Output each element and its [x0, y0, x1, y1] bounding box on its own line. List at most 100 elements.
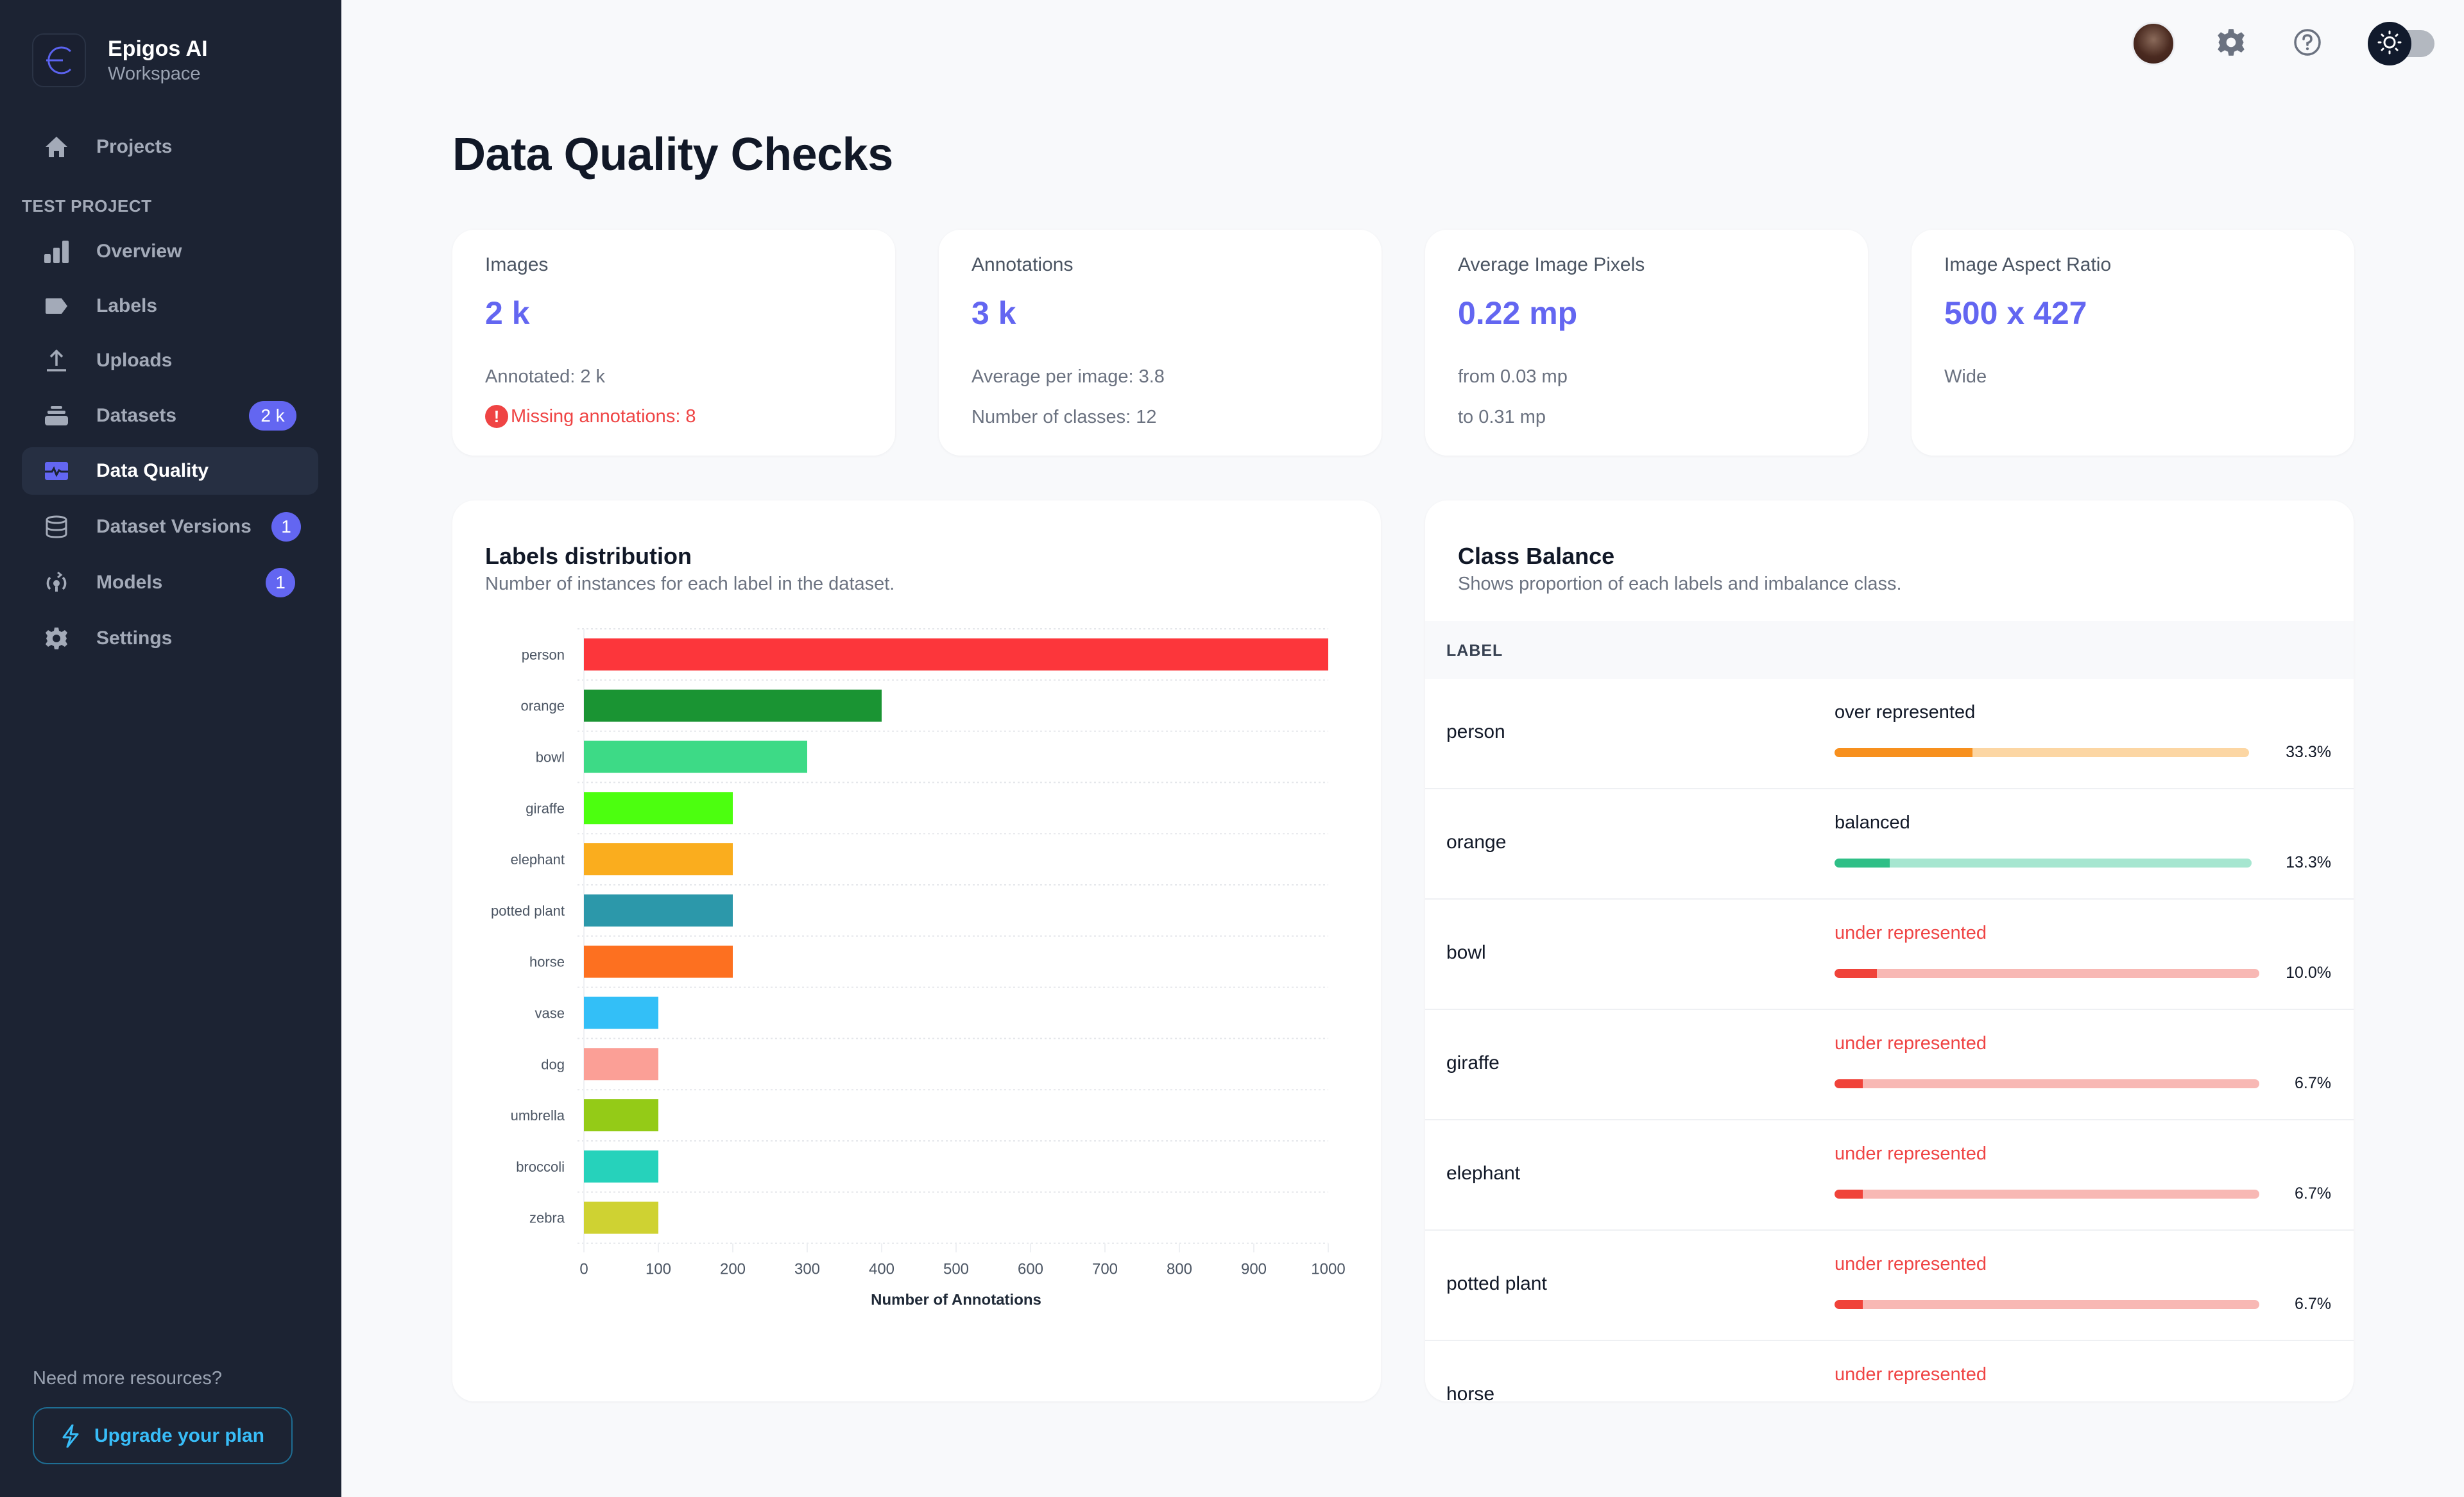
x-axis-title: Number of Annotations — [871, 1292, 1041, 1309]
stat-number-of-classes: Number of classes: 12 — [971, 407, 1157, 427]
datasets-count-badge: 2 k — [249, 401, 296, 431]
sidebar-item-uploads[interactable]: Uploads — [22, 337, 318, 384]
proportion-bar — [1835, 748, 2249, 757]
gear-icon — [42, 624, 71, 653]
row-label: elephant — [1446, 1163, 1521, 1184]
bar-label: horse — [529, 954, 565, 970]
stat-card-aspect-ratio: Image Aspect Ratio 500 x 427 Wide — [1912, 230, 2354, 456]
labels-distribution-chart: person orange bowl giraffe elephant potted pl… — [491, 628, 1346, 1309]
alert-icon: ! — [485, 405, 508, 428]
stack-icon — [42, 402, 71, 430]
gear-icon — [2217, 28, 2245, 60]
proportion-percent: 13.3% — [2286, 853, 2331, 871]
brand-name: Epigos AI — [108, 37, 208, 61]
settings-button[interactable] — [2213, 26, 2249, 62]
bar-broccoli — [584, 1150, 658, 1183]
row-label: orange — [1446, 832, 1507, 853]
balance-status: under represented — [1835, 1364, 1987, 1385]
x-tick-label: 700 — [1092, 1261, 1118, 1278]
upgrade-plan-button[interactable]: Upgrade your plan — [33, 1407, 293, 1464]
column-header-label: LABEL — [1446, 642, 1503, 660]
bar-label: orange — [520, 698, 565, 714]
x-tick-label: 400 — [869, 1261, 894, 1278]
sidebar-item-label: Projects — [96, 136, 173, 157]
sidebar-item-label: Settings — [96, 628, 173, 649]
proportion-bar-fill — [1835, 969, 1878, 978]
balance-status: under represented — [1835, 1033, 1987, 1054]
row-label: person — [1446, 721, 1505, 742]
bar-label: umbrella — [511, 1108, 565, 1124]
row-label: giraffe — [1446, 1052, 1500, 1074]
bar-label: vase — [535, 1005, 565, 1022]
sidebar-item-label: Labels — [96, 295, 158, 316]
table-row: horse under represented — [1425, 1341, 2354, 1401]
table-row: potted plant under represented 6.7% — [1425, 1231, 2354, 1341]
sidebar-item-models[interactable]: Models 1 — [22, 559, 318, 606]
bar-label: bowl — [536, 749, 565, 766]
stat-card-annotations: Annotations 3 k Average per image: 3.8 N… — [939, 230, 1382, 456]
proportion-bar-fill — [1835, 748, 1973, 757]
balance-status: under represented — [1835, 1254, 1987, 1274]
sidebar-item-overview[interactable]: Overview — [22, 228, 318, 275]
table-row: giraffe under represented 6.7% — [1425, 1010, 2354, 1120]
user-avatar[interactable] — [2132, 22, 2175, 65]
theme-toggle-knob — [2368, 22, 2411, 65]
proportion-bar — [1835, 1190, 2259, 1199]
sidebar-item-dataset-versions[interactable]: Dataset Versions 1 — [22, 503, 318, 551]
proportion-bar-fill — [1835, 1079, 1863, 1088]
bar-chart-icon — [42, 237, 71, 266]
upload-icon — [42, 346, 71, 375]
balance-status: under represented — [1835, 923, 1987, 943]
proportion-bar — [1835, 1300, 2259, 1309]
missing-annotations-text: Missing annotations: 8 — [511, 406, 696, 427]
sidebar-item-projects[interactable]: Projects — [22, 123, 318, 171]
home-icon — [42, 133, 71, 161]
proportion-bar-fill — [1835, 1190, 1863, 1199]
sidebar-item-data-quality[interactable]: Data Quality — [22, 447, 318, 495]
x-tick-label: 800 — [1167, 1261, 1192, 1278]
stat-title: Annotations — [971, 254, 1074, 275]
stat-average-per-image: Average per image: 3.8 — [971, 366, 1165, 387]
resources-text: Need more resources? — [33, 1368, 222, 1389]
sidebar: Epigos AI Workspace Projects TEST PROJEC… — [0, 0, 341, 1497]
sidebar-item-label: Overview — [96, 241, 182, 262]
row-label: bowl — [1446, 942, 1486, 963]
panel-title: Class Balance — [1458, 543, 1615, 569]
bar-label: potted plant — [491, 903, 565, 919]
x-tick-label: 1000 — [1311, 1261, 1345, 1278]
missing-annotations-warning[interactable]: ! Missing annotations: 8 — [485, 405, 696, 428]
labels-distribution-panel: Labels distribution Number of instances … — [452, 500, 1381, 1401]
stat-pixels-from: from 0.03 mp — [1458, 366, 1568, 387]
sidebar-item-labels[interactable]: Labels — [22, 282, 318, 330]
bar-label: dog — [541, 1056, 565, 1072]
sidebar-item-settings[interactable]: Settings — [22, 615, 318, 662]
proportion-percent: 6.7% — [2295, 1185, 2331, 1202]
proportion-percent: 6.7% — [2295, 1074, 2331, 1092]
proportion-percent: 10.0% — [2286, 964, 2331, 982]
bar-label: zebra — [529, 1210, 565, 1226]
sidebar-item-label: Models — [96, 572, 163, 593]
page-title: Data Quality Checks — [452, 129, 893, 180]
bar-orange — [584, 689, 882, 722]
upgrade-plan-label: Upgrade your plan — [94, 1424, 265, 1446]
database-icon — [42, 513, 71, 541]
sidebar-item-label: Dataset Versions — [96, 516, 252, 537]
bar-potted-plant — [584, 894, 733, 927]
bar-person — [584, 638, 1328, 671]
panel-subtitle: Shows proportion of each labels and imba… — [1458, 574, 1902, 594]
bar-label: person — [522, 647, 565, 663]
stat-pixels-to: to 0.31 mp — [1458, 407, 1546, 427]
x-tick-label: 500 — [943, 1261, 969, 1278]
bar-label: broccoli — [516, 1159, 565, 1175]
brand[interactable]: Epigos AI Workspace — [32, 33, 208, 87]
lightning-icon — [61, 1424, 80, 1448]
stat-annotated: Annotated: 2 k — [485, 366, 606, 387]
models-count-badge: 1 — [266, 568, 295, 597]
x-tick-label: 200 — [720, 1261, 746, 1278]
table-row: person over represented 33.3% — [1425, 679, 2354, 789]
help-button[interactable] — [2289, 26, 2325, 62]
sidebar-item-datasets[interactable]: Datasets 2 k — [22, 392, 318, 440]
bar-zebra — [584, 1201, 658, 1234]
x-tick-label: 100 — [646, 1261, 671, 1278]
theme-toggle[interactable] — [2368, 22, 2434, 65]
